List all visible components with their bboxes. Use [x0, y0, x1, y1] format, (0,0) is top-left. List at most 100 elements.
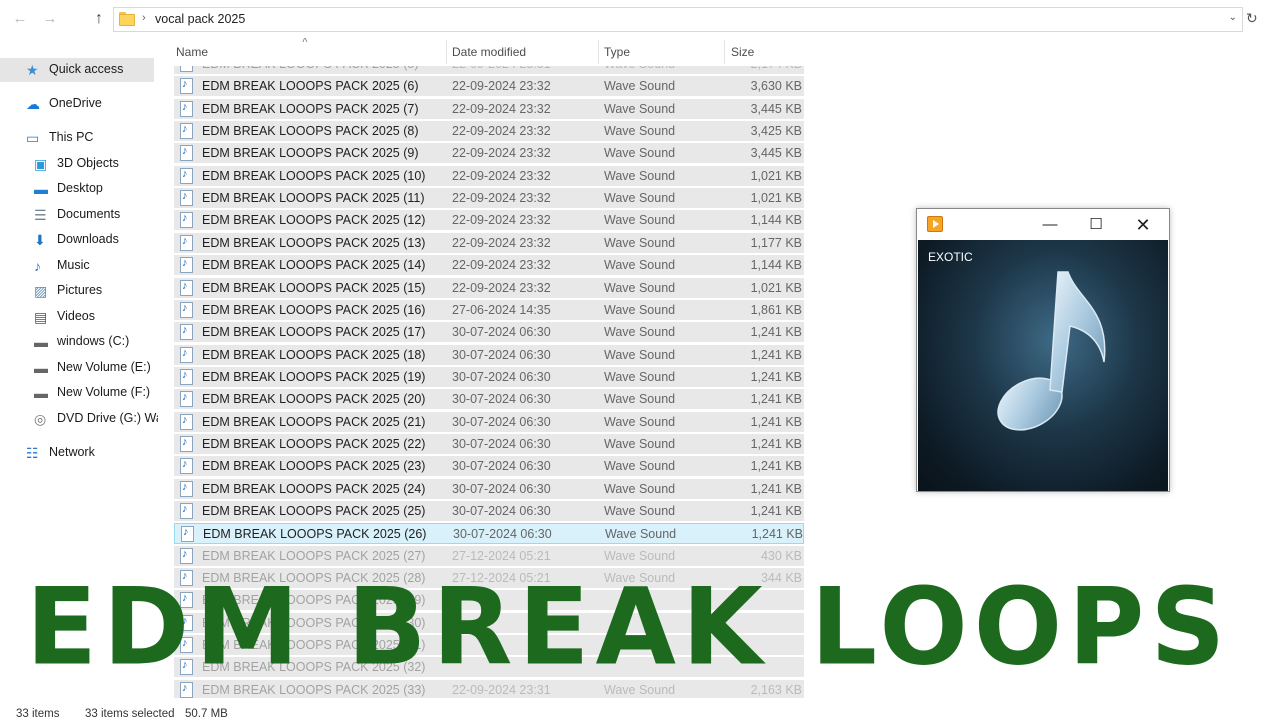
minimize-button[interactable]: — [1027, 213, 1073, 237]
file-size: 1,241 KB [750, 504, 802, 518]
file-row[interactable]: EDM BREAK LOOOPS PACK 2025 (11) 22-09-202… [174, 188, 804, 210]
status-bar: 33 items 33 items selected 50.7 MB [0, 700, 1280, 720]
file-size: 3,425 KB [750, 124, 802, 139]
sidebar-item-label: Music [57, 258, 90, 272]
file-size: 1,021 KB [750, 280, 802, 295]
file-size: 3,445 KB [750, 101, 802, 116]
folder-icon [119, 11, 135, 27]
sidebar-item-label: Desktop [57, 181, 103, 195]
file-date-modified: 22-09-2024 23:32 [452, 124, 551, 139]
column-divider[interactable] [724, 40, 725, 64]
file-date-modified: 22-09-2024 23:32 [452, 280, 551, 295]
file-row[interactable]: EDM BREAK LOOOPS PACK 2025 (20) 30-07-202… [174, 389, 804, 411]
file-date-modified: 22-09-2024 23:32 [452, 191, 551, 206]
column-size[interactable]: Size [731, 45, 754, 59]
column-divider[interactable] [598, 40, 599, 64]
file-date-modified: 22-09-2024 23:32 [452, 168, 551, 183]
breadcrumb-chevron-icon[interactable]: › [142, 12, 146, 24]
chevron-down-icon[interactable]: ⌄ [1229, 12, 1237, 23]
file-row[interactable]: EDM BREAK LOOOPS PACK 2025 (7) 22-09-2024… [174, 98, 804, 120]
column-date-modified[interactable]: Date modified [452, 45, 526, 59]
sidebar-item[interactable]: ♪ Music [0, 254, 158, 278]
file-size: 1,144 KB [750, 258, 802, 273]
sidebar-item-label: 3D Objects [57, 156, 119, 170]
file-row[interactable]: EDM BREAK LOOOPS PACK 2025 (16) 27-06-202… [174, 299, 804, 321]
file-row[interactable]: EDM BREAK LOOOPS PACK 2025 (13) 22-09-202… [174, 232, 804, 254]
file-row[interactable]: EDM BREAK LOOOPS PACK 2025 (18) 30-07-202… [174, 344, 804, 366]
audio-file-icon [181, 526, 194, 543]
sidebar-item[interactable]: ★ Quick access [0, 58, 154, 82]
file-row[interactable]: EDM BREAK LOOOPS PACK 2025 (23) 30-07-202… [174, 456, 804, 478]
close-button[interactable]: ✕ [1120, 213, 1166, 237]
file-type: Wave Sound [604, 325, 676, 340]
cloud-icon: ☁ [26, 96, 40, 112]
breadcrumb-current-folder[interactable]: vocal pack 2025 [155, 12, 245, 26]
file-row[interactable]: EDM BREAK LOOOPS PACK 2025 (27) 27-12-202… [174, 545, 804, 567]
network-icon: ☷ [26, 445, 39, 461]
document-icon: ☰ [34, 207, 47, 223]
file-row[interactable]: EDM BREAK LOOOPS PACK 2025 (9) 22-09-2024… [174, 143, 804, 165]
audio-file-icon [180, 547, 193, 564]
file-type: Wave Sound [604, 548, 676, 563]
audio-file-icon [180, 324, 193, 341]
file-row[interactable]: EDM BREAK LOOOPS PACK 2025 (8) 22-09-2024… [174, 121, 804, 143]
file-type: Wave Sound [604, 101, 676, 116]
file-row[interactable]: EDM BREAK LOOOPS PACK 2025 (26) 30-07-202… [174, 523, 804, 545]
sidebar-item[interactable]: ☷ Network [0, 441, 158, 465]
column-type[interactable]: Type [604, 45, 630, 59]
sidebar-item[interactable]: ◎ DVD Drive (G:) Wa [0, 407, 158, 431]
file-type: Wave Sound [604, 146, 676, 161]
file-name: EDM BREAK LOOOPS PACK 2025 (27) [202, 548, 426, 563]
audio-file-icon [180, 301, 193, 318]
sidebar-item[interactable]: ▬ New Volume (E:) [0, 356, 158, 380]
file-date-modified: 30-07-2024 06:30 [453, 527, 552, 542]
file-row[interactable]: EDM BREAK LOOOPS PACK 2025 (12) 22-09-202… [174, 210, 804, 232]
file-row[interactable]: EDM BREAK LOOOPS PACK 2025 (6) 22-09-2024… [174, 76, 804, 98]
file-row[interactable]: EDM BREAK LOOOPS PACK 2025 (22) 30-07-202… [174, 433, 804, 455]
file-row[interactable]: EDM BREAK LOOOPS PACK 2025 (21) 30-07-202… [174, 411, 804, 433]
maximize-button[interactable]: ☐ [1073, 213, 1119, 237]
audio-file-icon [180, 100, 193, 117]
file-date-modified: 30-07-2024 06:30 [452, 504, 551, 518]
file-size: 1,021 KB [750, 191, 802, 206]
file-type: Wave Sound [604, 258, 676, 273]
file-row[interactable]: EDM BREAK LOOOPS PACK 2025 (17) 30-07-202… [174, 322, 804, 344]
file-name: EDM BREAK LOOOPS PACK 2025 (21) [202, 414, 426, 429]
back-button[interactable]: ← [10, 9, 30, 29]
player-titlebar[interactable]: — ☐ ✕ [917, 209, 1169, 240]
selection-size: 50.7 MB [185, 708, 228, 720]
file-row[interactable]: EDM BREAK LOOOPS PACK 2025 (15) 22-09-202… [174, 277, 804, 299]
sidebar-item[interactable]: ☰ Documents [0, 203, 158, 227]
audio-file-icon [180, 458, 193, 475]
media-player-window[interactable]: — ☐ ✕ EXOTIC [916, 208, 1170, 492]
column-divider[interactable] [446, 40, 447, 64]
sidebar-item[interactable]: ▤ Videos [0, 305, 158, 329]
sidebar-item[interactable]: ▣ 3D Objects [0, 152, 158, 176]
file-row[interactable]: EDM BREAK LOOOPS PACK 2025 (25) 30-07-202… [174, 501, 804, 522]
player-display[interactable]: EXOTIC [918, 240, 1168, 491]
file-row[interactable]: EDM BREAK LOOOPS PACK 2025 (14) 22-09-202… [174, 255, 804, 277]
sidebar-item[interactable]: ▬ Desktop [0, 177, 158, 201]
file-row[interactable]: EDM BREAK LOOOPS PACK 2025 (19) 30-07-202… [174, 366, 804, 388]
up-button[interactable]: ↑ [89, 9, 109, 29]
file-row[interactable]: EDM BREAK LOOOPS PACK 2025 (24) 30-07-202… [174, 478, 804, 500]
file-size: 1,241 KB [750, 459, 802, 474]
file-size: 3,630 KB [750, 79, 802, 94]
sidebar-item-label: Network [49, 445, 95, 459]
sidebar-item[interactable]: ⬇ Downloads [0, 228, 158, 252]
sidebar-item[interactable]: ☁ OneDrive [0, 92, 158, 116]
file-size: 1,241 KB [750, 325, 802, 340]
address-field[interactable]: › vocal pack 2025 ⌄ [113, 7, 1243, 32]
sidebar-item-label: windows (C:) [57, 334, 130, 348]
sidebar-item-label: Videos [57, 309, 95, 323]
column-name[interactable]: Name [176, 45, 208, 59]
file-size: 1,241 KB [750, 347, 802, 362]
sidebar-item[interactable]: ▬ New Volume (F:) [0, 381, 158, 405]
sidebar-item[interactable]: ▨ Pictures [0, 279, 158, 303]
sidebar-item-label: Pictures [57, 283, 103, 297]
sidebar-item[interactable]: ▬ windows (C:) [0, 330, 158, 354]
forward-button[interactable]: → [40, 9, 60, 29]
refresh-icon[interactable]: ↻ [1246, 10, 1258, 27]
file-row[interactable]: EDM BREAK LOOOPS PACK 2025 (10) 22-09-202… [174, 165, 804, 187]
sidebar-item[interactable]: ▭ This PC [0, 126, 158, 150]
